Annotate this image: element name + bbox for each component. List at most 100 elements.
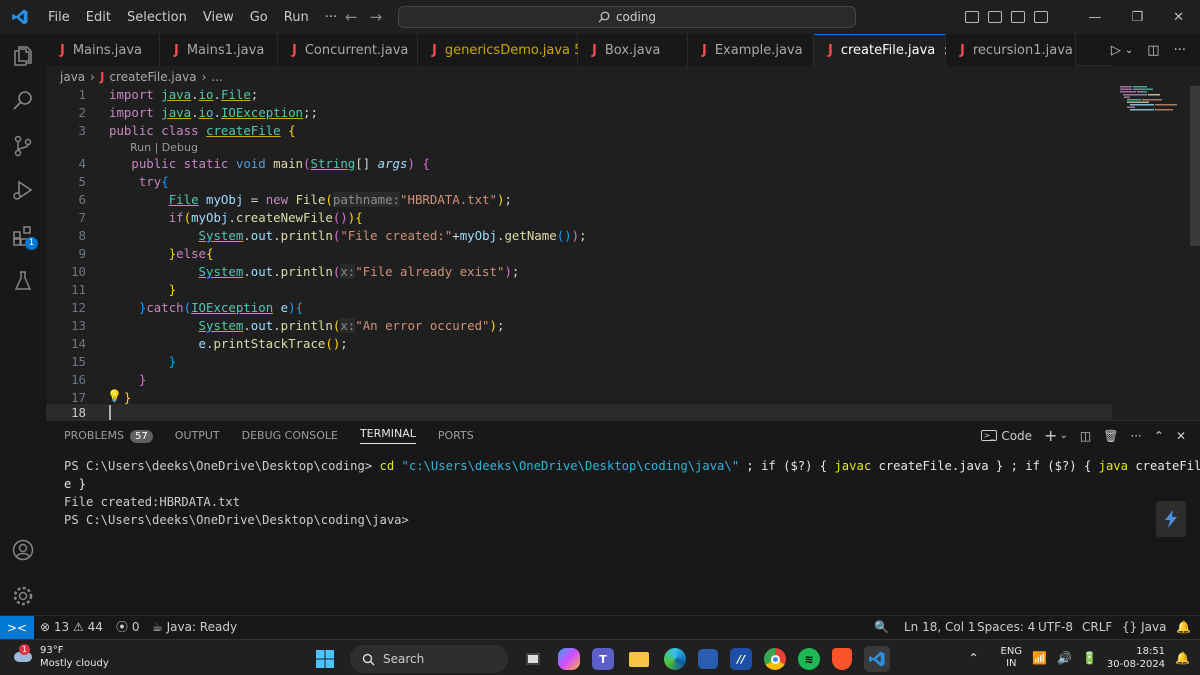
search-icon[interactable] [11,88,35,112]
menu-view[interactable]: View [195,10,242,25]
menu-go[interactable]: Go [242,10,276,25]
microsoft-store-icon[interactable] [698,649,718,669]
chevron-up-icon[interactable]: ⌃ [968,651,978,665]
source-control-icon[interactable] [11,134,35,158]
minimap[interactable] [1118,86,1188,420]
forward-arrow-icon[interactable]: → [370,8,383,26]
tab-mains1-java[interactable]: J Mains1.java [160,34,278,66]
copilot-lightning-icon[interactable] [1156,501,1186,537]
tab-genericsdemo-java[interactable]: JgenericsDemo.java 5 [418,34,582,66]
run-debug-icon[interactable] [11,178,35,202]
chevron-down-icon[interactable]: ⌄ [1125,45,1133,56]
breadcrumb-symbol[interactable]: ... [211,70,222,84]
split-editor-icon[interactable]: ◫ [1147,43,1159,58]
spotify-icon[interactable]: ≋ [798,648,820,670]
close-window-icon[interactable]: ✕ [1173,10,1184,25]
tab-recursion1-java[interactable]: Jrecursion1.java [946,34,1076,66]
vscode-taskbar-icon[interactable] [864,646,890,672]
breadcrumb-folder[interactable]: java [60,70,85,84]
menu-more[interactable]: ··· [317,10,345,25]
tab-terminal[interactable]: TERMINAL [359,427,416,444]
weather-widget[interactable]: 1 93°F Mostly cloudy [12,644,109,670]
breadcrumb-file[interactable]: createFile.java [109,70,196,84]
editor-scrollbar[interactable] [1190,86,1200,420]
language-mode[interactable]: {} Java [1122,616,1166,639]
problems-status[interactable]: ⊗ 13 ⚠ 44 [40,616,103,639]
tab-concurrent-java[interactable]: J Concurrent.java [278,34,418,66]
copilot-icon[interactable] [558,648,580,670]
brave-icon[interactable] [832,648,852,670]
taskbar-search[interactable]: Search [350,645,508,673]
edge-icon[interactable] [664,648,686,670]
zoom-icon[interactable]: 🔍 [874,616,889,639]
restore-icon[interactable]: ❐ [1131,10,1143,25]
java-status[interactable]: ☕ Java: Ready [152,616,237,639]
terminal-prompt: PS C:\Users\deeks\OneDrive\Desktop\codin… [64,459,380,473]
command-center-search[interactable]: coding [398,6,856,28]
account-icon[interactable] [11,538,35,562]
new-terminal-icon[interactable]: + [1044,426,1057,445]
run-file-icon[interactable]: ▷ [1111,43,1121,58]
tab-mains-java[interactable]: J Mains.java [46,34,160,66]
search-icon [598,11,610,23]
code-line: 1 import java.io.File; [78,87,259,102]
encoding[interactable]: UTF-8 [1038,616,1073,639]
chrome-icon[interactable] [764,648,786,670]
menu-edit[interactable]: Edit [78,10,119,25]
menu-run[interactable]: Run [276,10,317,25]
menu-file[interactable]: File [40,10,78,25]
terminal-profile-icon[interactable]: >_ [980,430,998,441]
split-terminal-icon[interactable]: ◫ [1080,429,1091,443]
scrollbar-thumb[interactable] [1190,86,1200,246]
customize-layout-icon[interactable] [1034,11,1049,23]
toggle-secondary-sidebar-icon[interactable] [1011,11,1026,23]
clock[interactable]: 18:51 30-08-2024 [1107,645,1165,671]
testing-icon[interactable] [11,269,35,293]
volume-icon[interactable]: 🔊 [1057,651,1072,665]
tab-ports[interactable]: PORTS [438,429,474,442]
file-explorer-icon[interactable] [626,646,652,672]
menu-selection[interactable]: Selection [119,10,195,25]
more-actions-icon[interactable]: ··· [1174,43,1186,58]
cursor-position[interactable]: Ln 18, Col 1 [904,616,976,639]
lightbulb-icon[interactable]: 💡 [107,389,122,403]
tab-example-java[interactable]: J Example.java [688,34,814,66]
explorer-icon[interactable] [11,44,35,68]
indentation[interactable]: Spaces: 4 [977,616,1035,639]
line-ending[interactable]: CRLF [1082,616,1112,639]
code-editor[interactable]: 1 import java.io.File; 2 import java.io.IO… [46,86,1200,422]
more-actions-icon[interactable]: ··· [1130,429,1141,443]
close-panel-icon[interactable]: ✕ [1176,429,1186,443]
teams-icon[interactable]: T [592,648,614,670]
chevron-down-icon[interactable]: ⌄ [1059,430,1067,441]
codelens-run-debug[interactable]: Run | Debug [130,141,198,154]
tab-box-java[interactable]: J Box.java [578,34,688,66]
battery-icon[interactable]: 🔋 [1082,651,1097,665]
tab-problems[interactable]: PROBLEMS 57 [64,429,153,443]
wifi-icon[interactable]: 📶 [1032,651,1047,665]
vscode-logo-icon[interactable] [0,0,40,34]
notifications-bell-icon[interactable]: 🔔 [1176,616,1191,639]
tab-debug-console[interactable]: DEBUG CONSOLE [242,429,338,442]
java-file-icon: J [60,42,65,58]
tab-output[interactable]: OUTPUT [175,429,220,442]
language-indicator[interactable]: ENG IN [1001,646,1023,670]
toggle-panel-icon[interactable] [988,11,1003,23]
tab-createfile-java[interactable]: JcreateFile.java✕ [814,34,953,66]
notification-center-icon[interactable]: 🔔 [1175,651,1190,665]
trash-icon[interactable]: 🗑 [1103,429,1118,443]
remote-icon[interactable]: >< [0,616,34,639]
gear-icon[interactable] [11,584,35,608]
minimize-icon[interactable]: — [1088,10,1101,25]
app-icon[interactable]: // [730,648,752,670]
back-arrow-icon[interactable]: ← [345,8,358,26]
terminal-output[interactable]: PS C:\Users\deeks\OneDrive\Desktop\codin… [64,457,1200,529]
windows-start-icon[interactable] [312,646,338,672]
code-line: 12 }catch(IOException e){ [71,300,304,315]
maximize-panel-icon[interactable]: ⌃ [1154,429,1164,443]
task-view-icon[interactable] [520,646,546,672]
code-line: 4 public static void main(String[] args)… [78,156,430,171]
terminal-shell-label[interactable]: Code [1001,429,1032,443]
toggle-sidebar-icon[interactable] [965,11,980,23]
ports-status[interactable]: ⦿ 0 [116,616,139,639]
